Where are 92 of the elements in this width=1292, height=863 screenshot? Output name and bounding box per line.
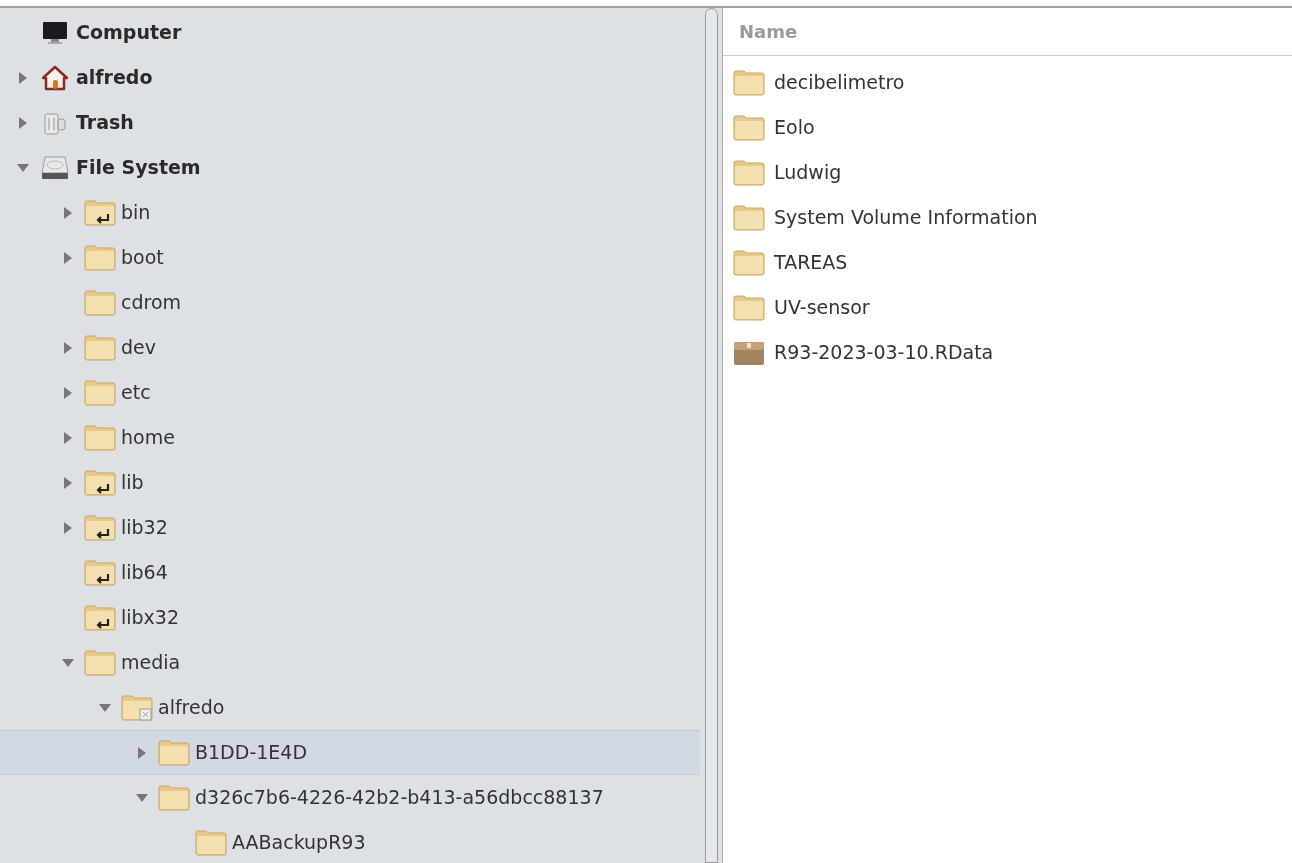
expand-arrow-icon[interactable] <box>64 476 72 489</box>
folder-shortcut-icon <box>84 199 116 226</box>
file-item[interactable]: Eolo <box>723 105 1292 150</box>
file-item[interactable]: decibelimetro <box>723 60 1292 105</box>
expand-arrow-icon[interactable] <box>138 746 146 759</box>
file-item[interactable]: System Volume Information <box>723 195 1292 240</box>
folder-shortcut-icon <box>84 604 116 631</box>
file-name: UV-sensor <box>774 295 870 321</box>
folder-icon <box>733 159 765 186</box>
file-name: TAREAS <box>774 250 848 276</box>
tree-item-label: d326c7b6-4226-42b2-b413-a56dbcc88137 <box>195 785 604 811</box>
expand-arrow-icon[interactable] <box>64 386 72 399</box>
tree-item[interactable]: bin <box>0 190 700 235</box>
tree-item-label: boot <box>121 245 164 271</box>
tree-item-label: lib64 <box>121 560 168 586</box>
tree-item-label: Computer <box>76 20 182 46</box>
expand-arrow-icon[interactable] <box>19 116 27 129</box>
file-name: decibelimetro <box>774 70 905 96</box>
tree-item-label: home <box>121 425 175 451</box>
hard-drive-icon <box>41 154 69 181</box>
file-name: R93-2023-03-10.RData <box>774 340 994 366</box>
tree-item-label: dev <box>121 335 156 361</box>
folder-shortcut-icon <box>84 514 116 541</box>
folder-icon <box>195 829 227 856</box>
tree-item-label: lib <box>121 470 144 496</box>
tree-item[interactable]: boot <box>0 235 700 280</box>
expand-arrow-icon[interactable] <box>64 206 72 219</box>
folder-icon <box>158 739 190 766</box>
tree-item[interactable]: libx32 <box>0 595 700 640</box>
tree-item-label: File System <box>76 155 201 181</box>
tree-item[interactable]: File System <box>0 145 700 190</box>
expand-arrow-icon[interactable] <box>64 431 72 444</box>
tree-item-label: etc <box>121 380 151 406</box>
tree-item-label: lib32 <box>121 515 168 541</box>
folder-shortcut-icon <box>84 559 116 586</box>
package-icon <box>733 339 765 366</box>
collapse-arrow-icon[interactable] <box>17 163 29 172</box>
file-item[interactable]: UV-sensor <box>723 285 1292 330</box>
house-icon <box>42 64 68 91</box>
collapse-arrow-icon[interactable] <box>136 793 148 802</box>
tree-item[interactable]: etc <box>0 370 700 415</box>
expand-arrow-icon[interactable] <box>64 521 72 534</box>
tree-item[interactable]: d326c7b6-4226-42b2-b413-a56dbcc88137 <box>0 775 700 820</box>
tree-item[interactable]: B1DD-1E4D <box>0 730 700 775</box>
tree-item-label: media <box>121 650 181 676</box>
tree-item[interactable]: home <box>0 415 700 460</box>
tree-item-label: libx32 <box>121 605 180 631</box>
folder-icon <box>84 289 116 316</box>
tree-item-label: bin <box>121 200 151 226</box>
file-name: System Volume Information <box>774 205 1038 231</box>
file-item[interactable]: TAREAS <box>723 240 1292 285</box>
collapse-arrow-icon[interactable] <box>62 658 74 667</box>
folder-icon <box>733 204 765 231</box>
folder-icon <box>84 649 116 676</box>
tree-item[interactable]: AABackupR93 <box>0 820 700 863</box>
expand-arrow-icon[interactable] <box>19 71 27 84</box>
tree-item[interactable]: cdrom <box>0 280 700 325</box>
tree-item[interactable]: dev <box>0 325 700 370</box>
folder-icon <box>733 294 765 321</box>
folder-shortcut-icon <box>84 469 116 496</box>
tree-item-label: B1DD-1E4D <box>195 740 308 766</box>
file-name: Ludwig <box>774 160 842 186</box>
tree-item-label: AABackupR93 <box>232 830 366 856</box>
file-item[interactable]: R93-2023-03-10.RData <box>723 330 1292 375</box>
expand-arrow-icon[interactable] <box>64 341 72 354</box>
folder-icon <box>733 69 765 96</box>
tree-item-label: cdrom <box>121 290 182 316</box>
folder-icon <box>84 424 116 451</box>
tree-item[interactable]: lib32 <box>0 505 700 550</box>
tree-item[interactable]: lib <box>0 460 700 505</box>
tree-item[interactable]: Trash <box>0 100 700 145</box>
folder-lock-icon <box>121 694 153 721</box>
tree-item[interactable]: alfredo <box>0 55 700 100</box>
folder-icon <box>84 334 116 361</box>
folder-icon <box>158 784 190 811</box>
tree-item[interactable]: media <box>0 640 700 685</box>
collapse-arrow-icon[interactable] <box>99 703 111 712</box>
tree-item[interactable]: Computer <box>0 10 700 55</box>
tree-item-label: alfredo <box>158 695 225 721</box>
folder-icon <box>84 244 116 271</box>
monitor-icon <box>42 20 68 45</box>
file-name: Eolo <box>774 115 815 141</box>
tree-item-label: alfredo <box>76 65 153 91</box>
folder-icon <box>733 114 765 141</box>
folder-icon <box>84 379 116 406</box>
tree-item[interactable]: alfredo <box>0 685 700 730</box>
pane-splitter[interactable] <box>704 8 718 863</box>
tree-item[interactable]: lib64 <box>0 550 700 595</box>
folder-icon <box>733 249 765 276</box>
file-item[interactable]: Ludwig <box>723 150 1292 195</box>
tree-item-label: Trash <box>76 110 134 136</box>
expand-arrow-icon[interactable] <box>64 251 72 264</box>
